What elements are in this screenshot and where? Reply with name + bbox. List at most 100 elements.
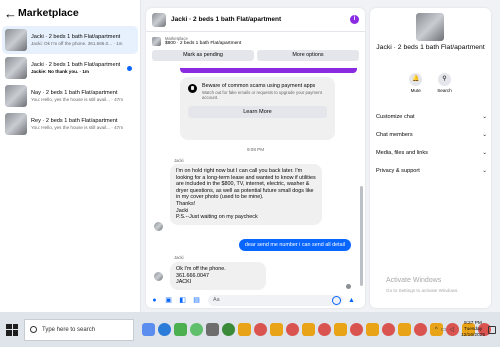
taskbar-search-placeholder: Type here to search xyxy=(42,326,96,333)
sender-avatar xyxy=(154,272,163,281)
image-icon[interactable]: ▣ xyxy=(164,296,173,305)
taskbar-app-icon[interactable] xyxy=(302,323,315,336)
conversation-title: Nay · 2 beds 1 bath Flat/apartment xyxy=(31,90,118,96)
menu-customize-chat[interactable]: Customize chat ⌄ xyxy=(376,108,487,126)
message-list[interactable]: Beware of common scams using payment app… xyxy=(146,68,365,292)
listing-thumbnail xyxy=(5,57,27,79)
taskbar-app-icon[interactable] xyxy=(254,323,267,336)
conversation-title: Jacki · 2 beds 1 bath Flat/apartment xyxy=(31,62,121,68)
unread-dot xyxy=(127,66,132,71)
conversation-item-rey[interactable]: Rey · 2 beds 1 bath Flat/apartment You: … xyxy=(2,110,138,138)
read-receipt-avatar xyxy=(346,284,351,289)
mute-button[interactable]: 🔔 Mute xyxy=(409,73,423,93)
conversation-preview: You: Hello, yes the house is still avail… xyxy=(31,97,124,102)
details-title: Jacki · 2 beds 1 bath Flat/apartment xyxy=(376,44,485,51)
search-icon xyxy=(30,326,37,333)
system-tray: ^ ▭ ◁ 9:27 PM Tuesday 12/16/2025 xyxy=(400,314,496,345)
clock[interactable]: 9:27 PM Tuesday 12/16/2025 xyxy=(461,321,485,339)
scam-warning-card: Beware of common scams using payment app… xyxy=(180,77,335,140)
thumbs-up-icon[interactable]: ▲ xyxy=(347,296,356,305)
listing-thumbnail xyxy=(152,12,166,27)
taskbar-search-box[interactable]: Type here to search xyxy=(24,318,134,341)
conversation-preview: You: Hello, yes the house is still avail… xyxy=(31,125,124,130)
taskbar-app-icon[interactable] xyxy=(222,323,235,336)
taskbar-app-icon[interactable] xyxy=(238,323,251,336)
chat-title[interactable]: Jacki · 2 beds 1 bath Flat/apartment xyxy=(171,16,350,23)
chat-scrollbar[interactable] xyxy=(360,186,363,286)
info-icon[interactable]: i xyxy=(350,15,359,24)
taskbar-app-icon[interactable] xyxy=(174,323,187,336)
gif-icon[interactable]: ▤ xyxy=(192,296,201,305)
taskbar-app-icon[interactable] xyxy=(366,323,379,336)
activate-windows-title: Activate Windows xyxy=(386,277,442,284)
taskbar-app-icon[interactable] xyxy=(158,323,171,336)
taskbar-app-icon[interactable] xyxy=(142,323,155,336)
listing-thumbnail xyxy=(416,13,444,41)
sidebar-header: ← Marketplace xyxy=(0,0,140,26)
taskbar-app-icon[interactable] xyxy=(334,323,347,336)
windows-taskbar: Type here to search ^ ▭ ◁ 9:27 PM Tuesda… xyxy=(0,312,500,347)
learn-more-button[interactable]: Learn More xyxy=(188,106,327,118)
taskbar-app-icon[interactable] xyxy=(382,323,395,336)
listing-thumbnail xyxy=(5,113,27,135)
chevron-down-icon: ⌄ xyxy=(482,150,487,156)
conversation-preview: Jacki: Ok I'm off the phone. 361.666.0..… xyxy=(31,41,123,46)
search-button[interactable]: ⚲ Search xyxy=(437,73,452,93)
message-composer: ● ▣ ◧ ▤ Aa ▲ xyxy=(146,292,365,308)
chat-header: Jacki · 2 beds 1 bath Flat/apartment i xyxy=(146,8,365,32)
chevron-up-icon[interactable]: ^ xyxy=(435,327,438,333)
emoji-icon[interactable] xyxy=(332,295,341,305)
conversation-title: Jacki · 2 beds 1 bath Flat/apartment xyxy=(31,34,121,40)
sender-name: Jacki xyxy=(174,158,184,163)
warning-title: Beware of common scams using payment app… xyxy=(202,83,316,89)
menu-privacy-support[interactable]: Privacy & support ⌄ xyxy=(376,162,487,180)
sender-name: Jacki xyxy=(174,255,184,260)
listing-summary[interactable]: $800 · 2 beds 1 bath Flat/apartment xyxy=(165,41,241,46)
more-options-button[interactable]: More options xyxy=(257,50,359,61)
taskbar-app-icon[interactable] xyxy=(206,323,219,336)
search-icon: ⚲ xyxy=(438,73,451,86)
mute-label: Mute xyxy=(410,88,421,93)
message-input[interactable]: Aa xyxy=(208,294,343,306)
conversation-item-jacki-2[interactable]: Jacki · 2 beds 1 bath Flat/apartment Jac… xyxy=(2,54,138,82)
conversation-item-jacki-1[interactable]: Jacki · 2 beds 1 bath Flat/apartment Jac… xyxy=(2,26,138,54)
conversation-item-nay[interactable]: Nay · 2 beds 1 bath Flat/apartment You: … xyxy=(2,82,138,110)
taskbar-app-icon[interactable] xyxy=(318,323,331,336)
conversation-sidebar: ← Marketplace Jacki · 2 beds 1 bath Flat… xyxy=(0,0,141,312)
taskbar-app-icon[interactable] xyxy=(270,323,283,336)
outgoing-message: dear send me number i can send all detai… xyxy=(238,239,351,251)
menu-chat-members[interactable]: Chat members ⌄ xyxy=(376,126,487,144)
back-arrow-icon[interactable]: ← xyxy=(4,6,18,21)
taskbar-app-icon[interactable] xyxy=(286,323,299,336)
previous-message-edge xyxy=(180,68,357,73)
details-menu: Customize chat ⌄ Chat members ⌄ Media, fil… xyxy=(376,108,487,180)
warning-description: Watch out for fake emails or requests to… xyxy=(202,90,322,100)
activate-windows-subtitle: Go to Settings to activate Windows. xyxy=(386,288,459,293)
notification-icon[interactable] xyxy=(488,325,496,334)
message-text: I'm on hold right now but I can call you… xyxy=(176,168,316,221)
sticker-icon[interactable]: ◧ xyxy=(178,296,187,305)
marketplace-listing-card: Marketplace $800 · 2 beds 1 bath Flat/ap… xyxy=(146,32,365,61)
sender-avatar xyxy=(154,222,163,231)
listing-thumbnail xyxy=(5,85,27,107)
menu-media-files-links[interactable]: Media, files and links ⌄ xyxy=(376,144,487,162)
card-warning-icon xyxy=(188,84,197,93)
incoming-message: I'm on hold right now but I can call you… xyxy=(170,164,322,225)
details-panel: Jacki · 2 beds 1 bath Flat/apartment 🔔 M… xyxy=(370,8,491,308)
chevron-down-icon: ⌄ xyxy=(482,114,487,120)
message-timestamp: 9:08 PM xyxy=(246,147,265,152)
network-icon[interactable]: ▭ xyxy=(441,326,447,333)
windows-start-icon[interactable] xyxy=(6,323,18,336)
message-text: Ok I'm off the phone. 361.666.0047 JACKI xyxy=(176,266,226,286)
mark-as-pending-button[interactable]: Mark as pending xyxy=(152,50,254,61)
conversation-preview: Jackie: No thank you. · 1m xyxy=(31,69,89,74)
taskbar-app-icon[interactable] xyxy=(190,323,203,336)
listing-thumbnail xyxy=(152,36,161,46)
volume-icon[interactable]: ◁ xyxy=(449,326,454,333)
chevron-down-icon: ⌄ xyxy=(482,132,487,138)
chevron-down-icon: ⌄ xyxy=(482,168,487,174)
incoming-message: Ok I'm off the phone. 361.666.0047 JACKI xyxy=(170,262,266,290)
search-label: Search xyxy=(437,88,452,93)
taskbar-app-icon[interactable] xyxy=(350,323,363,336)
microphone-icon[interactable]: ● xyxy=(150,296,159,305)
